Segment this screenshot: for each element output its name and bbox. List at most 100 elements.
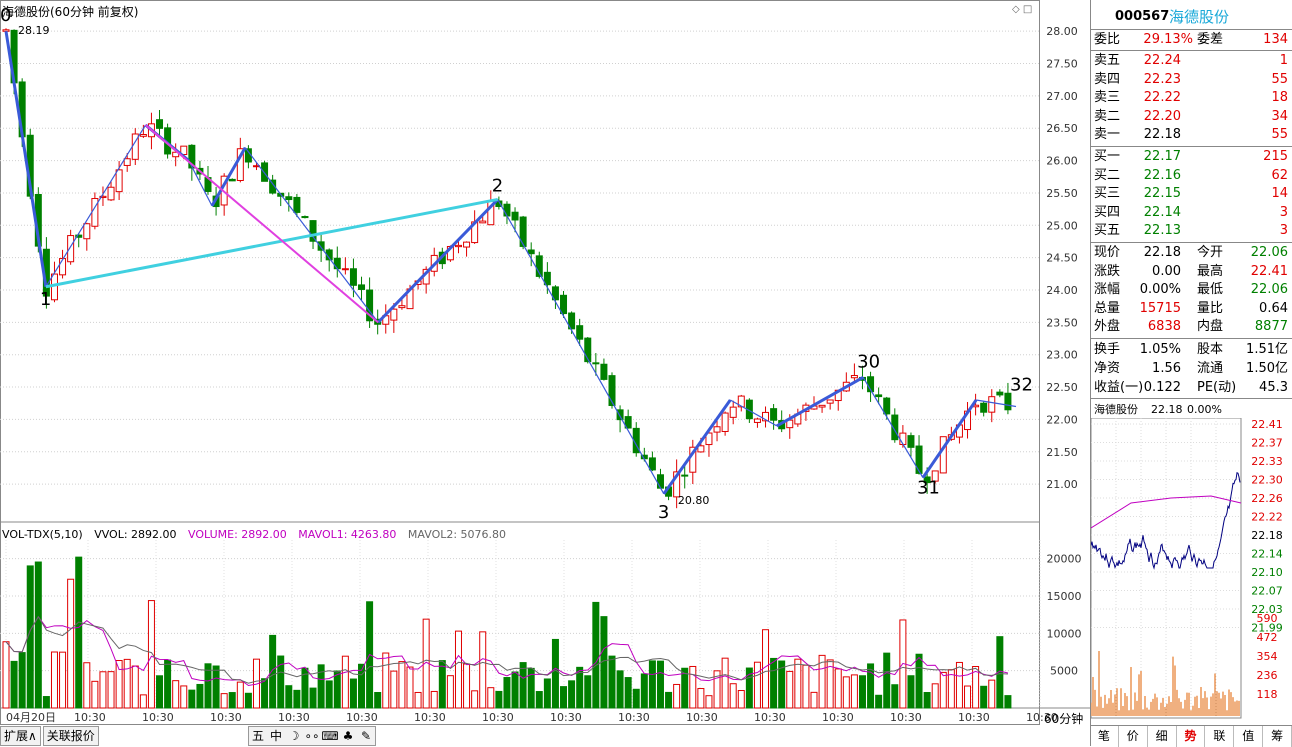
mini-vol-axis-label: 236 (1257, 669, 1278, 682)
max-price-label: 28.19 (18, 24, 50, 37)
candle-body (156, 119, 164, 129)
volume-bar (875, 694, 883, 709)
volume-bar (624, 677, 632, 709)
keyboard-icon[interactable]: ⌨ (321, 727, 339, 745)
ask-row: 卖五 22.24 1 (1094, 53, 1288, 68)
candle-body (333, 257, 341, 270)
candle-body (228, 178, 236, 182)
volume-axis-label: 10000 (1047, 627, 1082, 640)
volume-bar (964, 685, 972, 709)
volume-bar (18, 652, 26, 709)
volume-bar (382, 652, 390, 709)
tab-1[interactable]: 价 (1119, 726, 1148, 747)
gear-icon[interactable]: ♣ (339, 727, 357, 745)
volume-bar (616, 670, 624, 709)
volume-bar (519, 662, 527, 709)
bid-row: 买二 22.16 62 (1094, 167, 1288, 183)
candle-body (83, 223, 91, 240)
volume-bar (770, 657, 778, 709)
kline-chart-svg[interactable]: 28.00 27.50 27.00 26.50 26.00 25.50 25.00 24.50… (0, 0, 1090, 746)
volume-bar (632, 688, 640, 709)
time-axis-label: 10:30 (890, 711, 922, 724)
volume-bar (131, 665, 139, 709)
tab-4[interactable]: 联 (1205, 726, 1235, 747)
price-axis-label: 28.00 (1046, 25, 1078, 38)
volume-bar (139, 694, 147, 709)
wave-label: 3 (658, 502, 669, 523)
ask-row: 卖三 22.22 18 (1094, 90, 1288, 106)
volume-bar (244, 692, 252, 709)
mini-axis-label: 22.30 (1251, 474, 1283, 487)
price-axis-label: 27.00 (1046, 90, 1078, 103)
chart-control-icons[interactable]: ◇ □ (1012, 4, 1032, 15)
time-axis-label: 04月20日 (6, 711, 56, 724)
mini-vol-axis-label: 354 (1257, 650, 1278, 663)
bottom-tabs: 扩展∧ 关联报价 (0, 726, 101, 746)
time-axis-label: 10:30 (210, 711, 242, 724)
volume-bar (955, 661, 963, 709)
tab-6[interactable]: 筹 (1263, 726, 1292, 747)
tab-extend[interactable]: 扩展∧ (0, 726, 41, 746)
wave-label: 2 (492, 175, 503, 196)
chart-title: 海德股份(60分钟 前复权) (2, 5, 139, 19)
candle-body (511, 211, 519, 221)
bid-row: 买五 22.13 3 (1094, 223, 1288, 239)
mini-axis-label: 22.07 (1251, 585, 1283, 598)
volume-bar (834, 668, 842, 709)
min-price-label: 20.80 (678, 494, 710, 507)
volume-bar (430, 690, 438, 709)
time-axis-label: 10:30 (414, 711, 446, 724)
tab-0[interactable]: 笔 (1090, 726, 1119, 747)
volume-bar (406, 666, 414, 709)
indicator-mavol1: MAVOL1: 4263.80 (298, 528, 397, 541)
candle-body (59, 258, 67, 276)
quote-panel: 000567 海德股份 委比 29.13% 委差 134 卖五 22.24 1 卖四 2… (1090, 0, 1292, 746)
wrench-icon[interactable]: ✎ (357, 727, 375, 745)
price-axis-label: 26.50 (1046, 122, 1078, 135)
candle-body (818, 404, 826, 408)
candle-body (527, 249, 535, 255)
candle-body (398, 305, 406, 309)
mini-axis-label: 22.26 (1251, 492, 1283, 505)
wave-line (662, 399, 732, 495)
mini-axis-label: 22.10 (1251, 566, 1283, 579)
wave-line (4, 30, 48, 287)
candle-body (907, 435, 915, 448)
tab-2[interactable]: 细 (1148, 726, 1177, 747)
five-icon[interactable]: 五 (249, 727, 267, 745)
candle-body (939, 436, 947, 474)
volume-axis-label: 20000 (1047, 553, 1082, 566)
volume-bar (915, 653, 923, 709)
price-axis-label: 27.50 (1046, 58, 1078, 71)
volume-bar (794, 658, 802, 709)
volume-bar (83, 662, 91, 709)
volume-bar (584, 675, 592, 709)
period-label[interactable]: 60分钟 (1044, 710, 1083, 727)
intraday-mini-chart[interactable]: 22.41 22.37 22.33 22.30 22.26 22.22 22.18 22.14… (1091, 418, 1292, 723)
chinese-input-icon[interactable]: 中 (267, 727, 285, 745)
volume-bar (390, 670, 398, 709)
dots-icon[interactable]: ∘∘ (303, 727, 321, 745)
candle-body (681, 474, 689, 477)
tab-3[interactable]: 势 (1177, 726, 1206, 747)
indicator-bar: VOL-TDX(5,10) VVOL: 2892.00 VOLUME: 2892… (2, 528, 514, 541)
tab-related-quote[interactable]: 关联报价 (42, 726, 99, 746)
wave-line (45, 124, 147, 288)
moon-icon[interactable]: ☽ (285, 727, 303, 745)
kline-chart-area[interactable]: 28.00 27.50 27.00 26.50 26.00 25.50 25.00 24.50… (0, 0, 1090, 746)
candle-body (648, 457, 656, 471)
volume-bar (697, 688, 705, 709)
stock-code: 000567 (1115, 9, 1170, 24)
candle-body (309, 220, 317, 242)
volume-bar (568, 680, 576, 709)
volume-bar (59, 651, 67, 709)
tab-5[interactable]: 值 (1234, 726, 1264, 747)
volume-bar (341, 655, 349, 709)
volume-bar (939, 671, 947, 709)
candle-body (1004, 392, 1012, 411)
price-axis-label: 23.00 (1046, 349, 1078, 362)
volume-bar (349, 678, 357, 709)
volume-bar (212, 665, 220, 709)
candle-body (341, 268, 349, 271)
indicator-volume: VOLUME: 2892.00 (188, 528, 287, 541)
